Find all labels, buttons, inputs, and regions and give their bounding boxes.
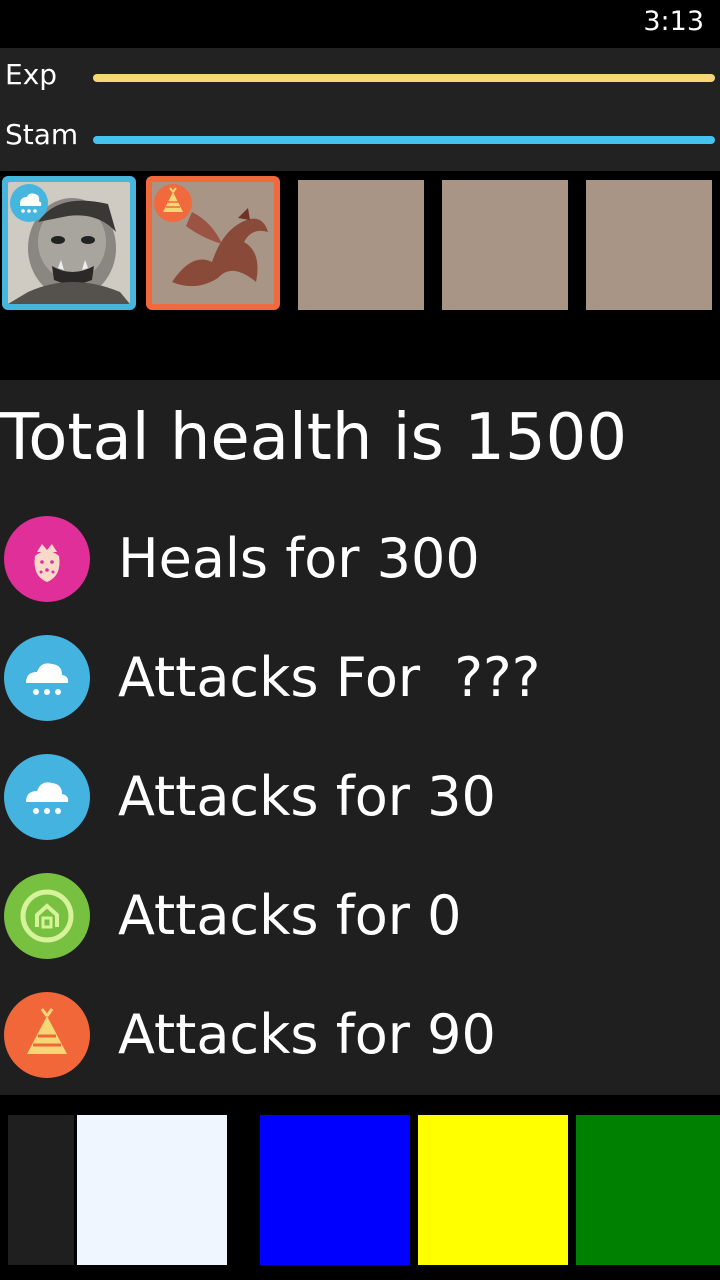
exp-bar: [93, 74, 715, 82]
snow-cloud-icon: [4, 754, 90, 840]
snow-cloud-icon: [4, 635, 90, 721]
ability-text: Attacks For ???: [118, 646, 541, 709]
stamina-bar: [93, 136, 715, 144]
ability-text: Heals for 300: [118, 527, 480, 590]
team-slot-empty[interactable]: [442, 180, 568, 310]
ability-text: Attacks for 0: [118, 884, 462, 947]
leaf-house-icon: [4, 873, 90, 959]
swatch-dark[interactable]: [8, 1115, 74, 1265]
team-slot-empty[interactable]: [586, 180, 712, 310]
team-slot-orc[interactable]: [2, 176, 136, 310]
ability-row: Attacks for 30: [0, 751, 720, 847]
team-row: [0, 171, 720, 380]
total-health-text: Total health is 1500: [0, 401, 628, 475]
ability-row: Heals for 300: [0, 513, 720, 609]
stamina-label: Stam: [5, 118, 79, 151]
ability-text: Attacks for 30: [118, 765, 496, 828]
swatch-white[interactable]: [77, 1115, 227, 1265]
ability-row: Attacks for 0: [0, 870, 720, 966]
tent-icon: [4, 992, 90, 1078]
exp-label: Exp: [5, 58, 58, 91]
strawberry-icon: [4, 516, 90, 602]
swatch-green[interactable]: [576, 1115, 720, 1265]
swatch-yellow[interactable]: [418, 1115, 568, 1265]
snow-cloud-icon: [10, 184, 48, 222]
clock: 3:13: [643, 6, 704, 37]
ability-row: Attacks For ???: [0, 632, 720, 728]
status-bar: 3:13: [0, 0, 720, 48]
color-swatch-row: [0, 1095, 720, 1280]
tent-icon: [154, 184, 192, 222]
ability-row: Attacks for 90: [0, 989, 720, 1085]
stats-panel: Exp Stam: [0, 48, 720, 171]
team-slot-dragon[interactable]: [146, 176, 280, 310]
swatch-blue[interactable]: [260, 1115, 410, 1265]
info-panel: Total health is 1500 Heals for 300 Attac…: [0, 380, 720, 1095]
team-slot-empty[interactable]: [298, 180, 424, 310]
ability-text: Attacks for 90: [118, 1003, 496, 1066]
